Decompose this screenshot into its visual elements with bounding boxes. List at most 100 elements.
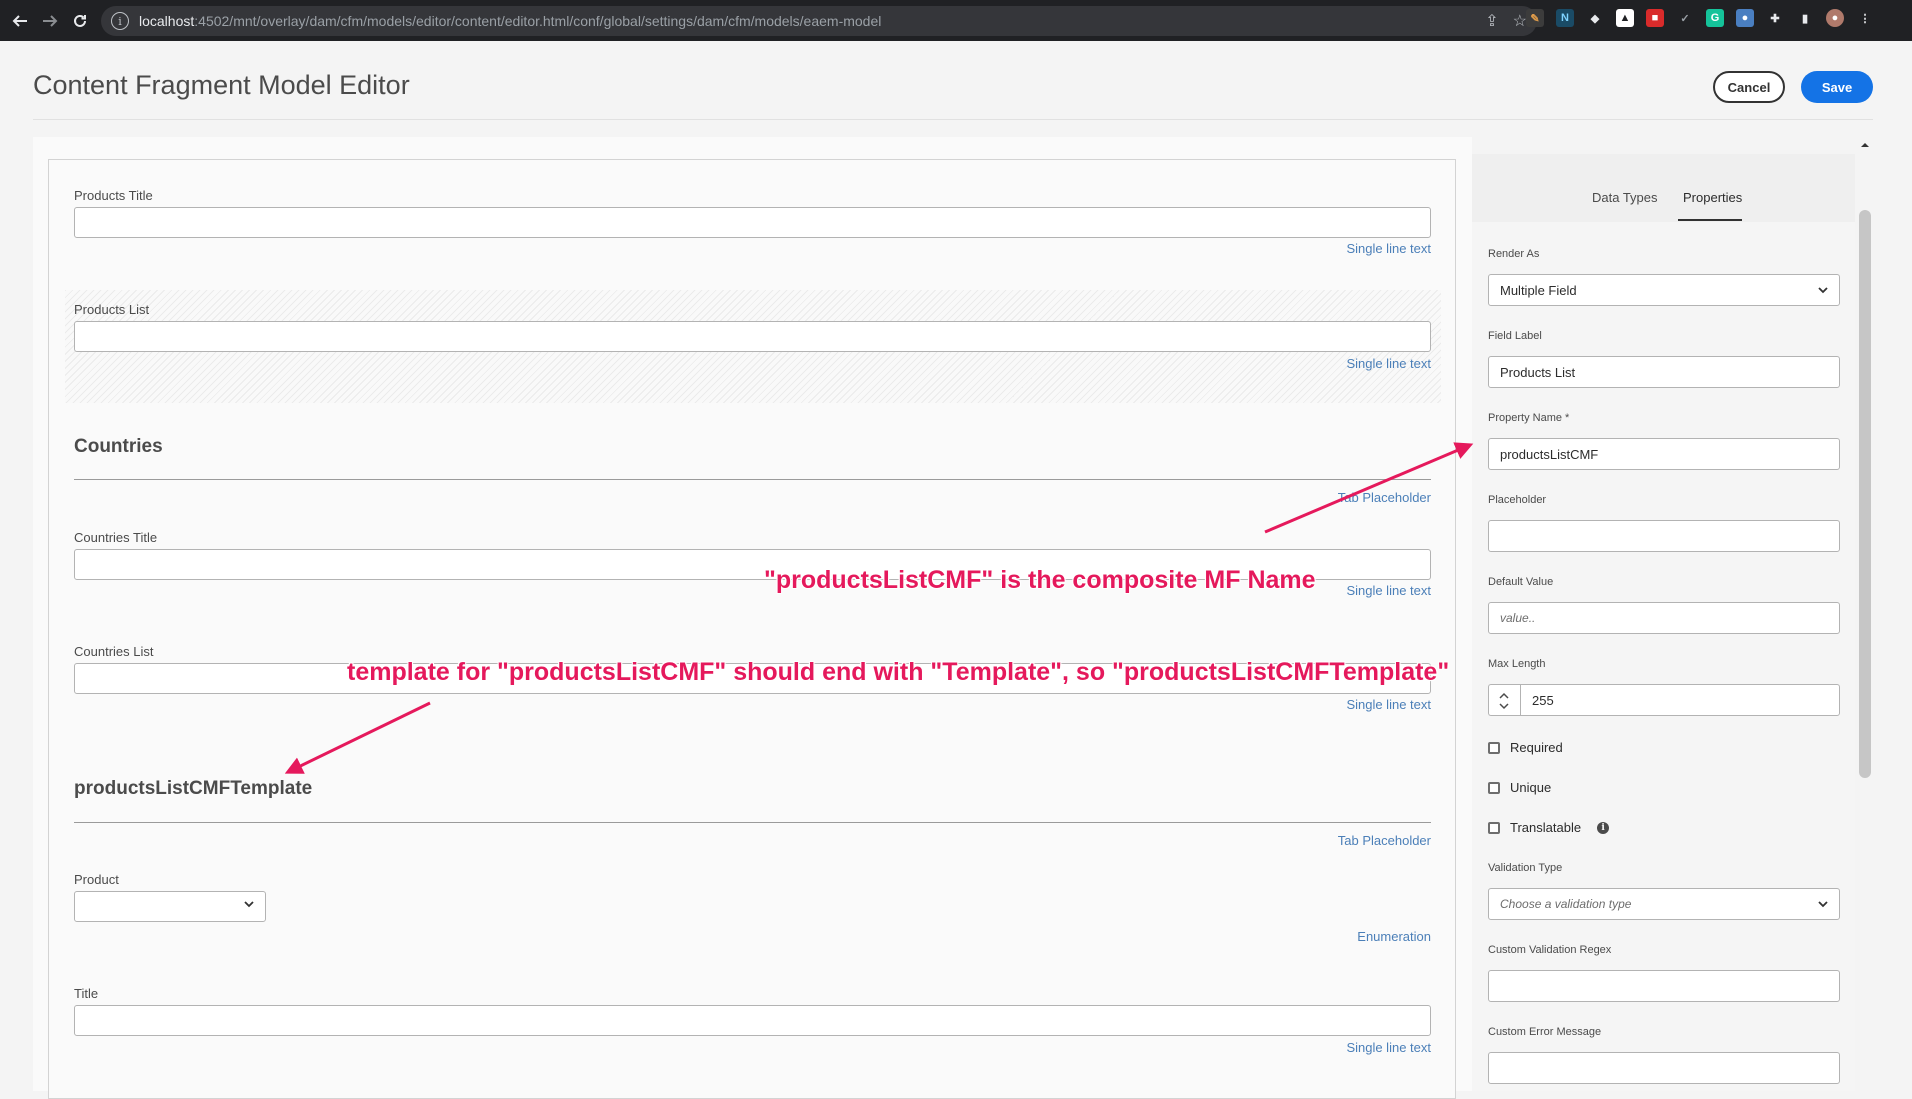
reload-icon[interactable] xyxy=(66,7,94,35)
annotation-template-rule: template for "productsListCMF" should en… xyxy=(347,658,1450,686)
scroll-up-arrow-icon[interactable] xyxy=(1859,140,1871,150)
default-value-label: Default Value xyxy=(1488,576,1554,588)
back-icon[interactable] xyxy=(6,7,34,35)
required-label: Required xyxy=(1510,740,1563,755)
extension-shield-icon[interactable]: ■ xyxy=(1646,9,1664,27)
share-icon[interactable]: ⇪ xyxy=(1485,11,1498,31)
info-icon[interactable]: i xyxy=(1597,821,1610,834)
extensions-puzzle-icon[interactable]: ✚ xyxy=(1766,9,1784,27)
extension-drive-icon[interactable]: ▲ xyxy=(1616,9,1634,27)
extension-feather-icon[interactable]: ✓ xyxy=(1676,9,1694,27)
cancel-button[interactable]: Cancel xyxy=(1713,71,1785,103)
field-label-label: Field Label xyxy=(1488,330,1542,342)
address-bar[interactable]: i localhost:4502/mnt/overlay/dam/cfm/mod… xyxy=(101,6,1537,36)
tab-placeholder-title[interactable]: Countries xyxy=(74,436,163,458)
extension-pen-icon[interactable]: ✎ xyxy=(1526,9,1544,27)
browser-toolbar: i localhost:4502/mnt/overlay/dam/cfm/mod… xyxy=(0,0,1912,41)
field-countries-list[interactable]: Countries List Single line text xyxy=(74,644,1431,712)
field-label: Countries List xyxy=(74,644,154,659)
extension-hat-icon[interactable]: ◆ xyxy=(1586,9,1604,27)
placeholder-input[interactable] xyxy=(1488,520,1840,552)
field-countries-title[interactable]: Countries Title Single line text xyxy=(74,530,1431,598)
property-name-label: Property Name * xyxy=(1488,412,1570,424)
field-preview-input xyxy=(74,1005,1431,1036)
checkbox-box[interactable] xyxy=(1488,821,1500,834)
checkbox-box[interactable] xyxy=(1488,741,1500,754)
field-label: Title xyxy=(74,986,99,1001)
scrollbar-thumb[interactable] xyxy=(1859,210,1871,778)
render-as-select[interactable]: Multiple Field xyxy=(1488,274,1840,306)
custom-error-label: Custom Error Message xyxy=(1488,1026,1602,1038)
site-info-icon[interactable]: i xyxy=(111,12,129,30)
app-header: Content Fragment Model Editor xyxy=(0,41,1912,119)
validation-type-select[interactable]: Choose a validation type xyxy=(1488,888,1840,920)
save-button[interactable]: Save xyxy=(1801,71,1873,103)
field-label-input[interactable]: Products List xyxy=(1488,356,1840,388)
browser-menu-icon[interactable]: ⋮ xyxy=(1856,9,1874,27)
header-divider xyxy=(33,119,1873,120)
chevron-down-icon xyxy=(244,901,254,908)
field-title[interactable]: Title Single line text xyxy=(74,986,1431,1055)
tab-data-types[interactable]: Data Types xyxy=(1592,190,1658,205)
translatable-label: Translatable xyxy=(1510,820,1582,835)
field-type-hint: Single line text xyxy=(1346,241,1431,256)
default-value-input[interactable]: value.. xyxy=(1488,602,1840,634)
field-label: Product xyxy=(74,872,119,887)
field-type-hint: Single line text xyxy=(1346,356,1431,371)
render-as-label: Render As xyxy=(1488,248,1540,260)
countries-tab-meta: Tab Placeholder xyxy=(74,490,1431,510)
template-tab-meta: Tab Placeholder xyxy=(74,833,1431,853)
placeholder-label: Placeholder xyxy=(1488,494,1547,506)
custom-regex-label: Custom Validation Regex xyxy=(1488,944,1612,956)
max-length-stepper[interactable] xyxy=(1488,684,1520,716)
tab-properties[interactable]: Properties xyxy=(1683,190,1742,205)
bookmark-star-icon[interactable]: ☆ xyxy=(1513,11,1527,31)
properties-rail: Data Types Properties Render As Multiple… xyxy=(1472,154,1855,1091)
url-text: localhost:4502/mnt/overlay/dam/cfm/model… xyxy=(139,13,882,29)
property-name-input[interactable]: productsListCMF xyxy=(1488,438,1840,470)
validation-type-placeholder: Choose a validation type xyxy=(1500,897,1632,911)
stepper-arrows-icon xyxy=(1499,692,1509,710)
chevron-down-icon xyxy=(1818,901,1828,908)
field-type-hint: Tab Placeholder xyxy=(1337,490,1431,505)
field-preview-input xyxy=(74,321,1431,352)
field-products-title[interactable]: Products Title Single line text xyxy=(74,188,1431,256)
field-label: Products List xyxy=(74,302,150,317)
field-label: Products Title xyxy=(74,188,153,203)
checkbox-box[interactable] xyxy=(1488,781,1500,794)
rail-tabs: Data Types Properties xyxy=(1472,154,1855,222)
field-type-hint: Tab Placeholder xyxy=(1337,833,1431,848)
side-panel-icon[interactable]: ▮ xyxy=(1796,9,1814,27)
page-title: Content Fragment Model Editor xyxy=(33,70,410,100)
properties-panel: Render As Multiple Field Field Label Pro… xyxy=(1472,222,1855,1091)
max-length-label: Max Length xyxy=(1488,658,1546,670)
extension-nc-icon[interactable]: N xyxy=(1556,9,1574,27)
field-type-hint: Enumeration xyxy=(1357,929,1431,944)
field-preview-input xyxy=(74,207,1431,238)
validation-type-label: Validation Type xyxy=(1488,862,1563,874)
tab-divider xyxy=(74,479,1431,480)
max-length-input[interactable]: 255 xyxy=(1520,684,1840,716)
extension-globe-icon[interactable]: ● xyxy=(1736,9,1754,27)
field-type-hint: Single line text xyxy=(1346,697,1431,712)
unique-checkbox[interactable]: Unique xyxy=(1488,780,1551,795)
field-product[interactable]: Product Enumeration xyxy=(74,872,1431,944)
forward-icon[interactable] xyxy=(36,7,64,35)
tab-divider xyxy=(74,822,1431,823)
enumeration-select-preview xyxy=(74,891,266,922)
field-type-hint: Single line text xyxy=(1346,1040,1431,1055)
extensions-bar: ✎ N ◆ ▲ ■ ✓ G ● ✚ ▮ ● ⋮ xyxy=(1526,9,1874,27)
unique-label: Unique xyxy=(1510,780,1552,795)
field-products-list[interactable]: Products List Single line text xyxy=(74,302,1431,371)
tab-placeholder-title[interactable]: productsListCMFTemplate xyxy=(74,778,312,800)
required-checkbox[interactable]: Required xyxy=(1488,740,1563,755)
profile-avatar[interactable]: ● xyxy=(1826,9,1844,27)
translatable-checkbox[interactable]: Translatable i xyxy=(1488,820,1610,835)
extension-grammarly-icon[interactable]: G xyxy=(1706,9,1724,27)
render-as-value: Multiple Field xyxy=(1500,282,1577,298)
custom-error-input[interactable] xyxy=(1488,1052,1840,1084)
custom-regex-input[interactable] xyxy=(1488,970,1840,1002)
annotation-composite-name: "productsListCMF" is the composite MF Na… xyxy=(764,566,1316,594)
field-label: Countries Title xyxy=(74,530,158,545)
active-tab-indicator xyxy=(1678,219,1742,221)
